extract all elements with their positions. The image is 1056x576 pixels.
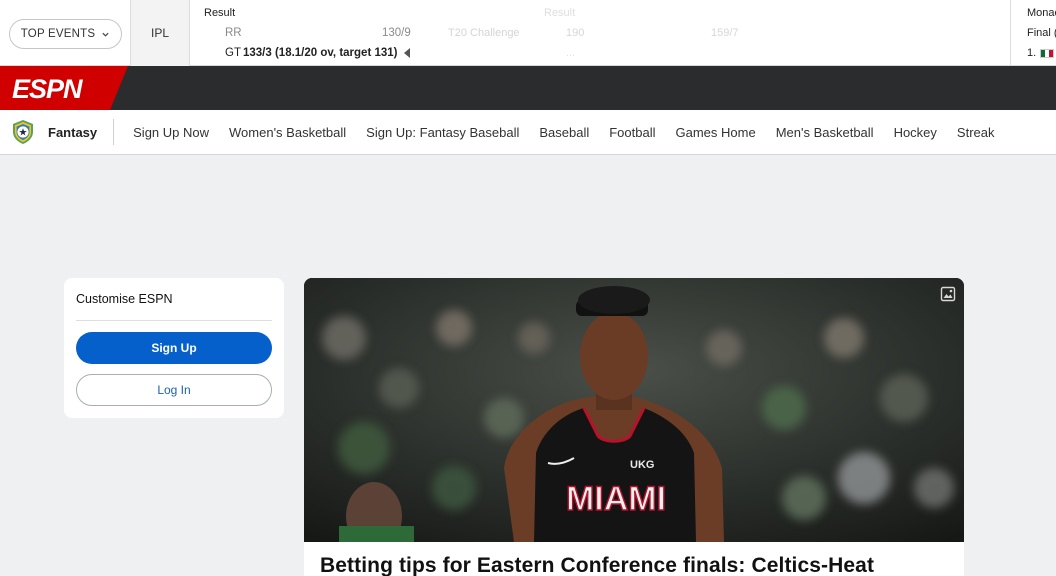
game-status: Final ( [1027, 27, 1056, 39]
photo-gallery-icon[interactable] [940, 286, 956, 302]
team-score: 190 [566, 27, 585, 39]
espn-logo[interactable]: ESPN [0, 66, 128, 110]
game-status: Result [544, 7, 576, 19]
scorecard-game-1[interactable]: Result RR 130/9 GT 133/3 (18.1/20 ov, ta… [191, 0, 436, 66]
customise-title: Customise ESPN [76, 292, 173, 306]
nav-link-baseball[interactable]: Baseball [539, 125, 589, 140]
top-events-dropdown[interactable]: TOP EVENTS [9, 19, 122, 49]
fantasy-star-shield-icon [13, 120, 33, 144]
sign-up-button[interactable]: Sign Up [76, 332, 272, 364]
fantasy-nav-links: Sign Up Now Women's Basketball Sign Up: … [114, 125, 994, 140]
team-score: 133/3 (18.1/20 ov, target 131) [243, 47, 398, 59]
nav-link-sign-up-now[interactable]: Sign Up Now [133, 125, 209, 140]
series-name: T20 Challenge [448, 27, 520, 39]
league-label: IPL [150, 26, 169, 40]
log-in-button[interactable]: Log In [76, 374, 272, 406]
team-row-2: GT 133/3 (18.1/20 ov, target 131) [225, 47, 410, 59]
winner-arrow-icon [403, 48, 410, 58]
scorecard-game-2[interactable]: Result T20 Challenge 190 159/7 ... [436, 0, 1008, 66]
scorecard-game-3[interactable]: Monac Final ( 1. [1010, 0, 1056, 66]
event-title: Monac [1027, 7, 1056, 19]
position-label: 1. [1027, 47, 1037, 59]
espn-header-bar: ESPN [0, 66, 1056, 110]
team-score: ... [566, 47, 576, 59]
fantasy-brand[interactable]: Fantasy [0, 119, 115, 145]
league-ipl[interactable]: IPL [130, 0, 190, 66]
nav-link-womens-basketball[interactable]: Women's Basketball [229, 125, 346, 140]
result-row: 1. [1027, 47, 1055, 59]
hero-photo: MIAMI UKG [304, 278, 964, 542]
nav-link-mens-basketball[interactable]: Men's Basketball [776, 125, 874, 140]
fantasy-label: Fantasy [48, 124, 98, 140]
chevron-down-icon [102, 32, 109, 37]
story-headline[interactable]: Betting tips for Eastern Conference fina… [320, 554, 874, 576]
espn-logo-icon: ESPN [0, 66, 128, 110]
team-name: RR [225, 27, 242, 39]
scores-strip: TOP EVENTS IPL Result RR 130/9 GT 133/3 … [0, 0, 1056, 66]
mexico-flag-icon [1040, 48, 1055, 58]
divider [76, 320, 272, 321]
fantasy-subnav: Fantasy Sign Up Now Women's Basketball S… [0, 110, 1056, 155]
customise-espn-card: Customise ESPN Sign Up Log In [64, 278, 284, 418]
game-status: Result [204, 7, 236, 19]
team-score: 159/7 [711, 27, 739, 39]
team-name: GT [225, 47, 241, 59]
top-events-label: TOP EVENTS [20, 28, 96, 40]
logo-text: ESPN [12, 74, 83, 104]
hero-story[interactable]: MIAMI UKG Betting tips for Eastern Confe… [304, 278, 964, 576]
nav-link-streak[interactable]: Streak [957, 125, 995, 140]
nav-link-games-home[interactable]: Games Home [675, 125, 755, 140]
jersey-sponsor: UKG [630, 459, 654, 471]
headline-container: Betting tips for Eastern Conference fina… [304, 542, 964, 576]
nav-link-fantasy-baseball-signup[interactable]: Sign Up: Fantasy Baseball [366, 125, 519, 140]
jersey-text: MIAMI [566, 480, 666, 518]
nav-link-football[interactable]: Football [609, 125, 655, 140]
team-row-1: RR 130/9 [225, 27, 411, 39]
nav-link-hockey[interactable]: Hockey [894, 125, 937, 140]
